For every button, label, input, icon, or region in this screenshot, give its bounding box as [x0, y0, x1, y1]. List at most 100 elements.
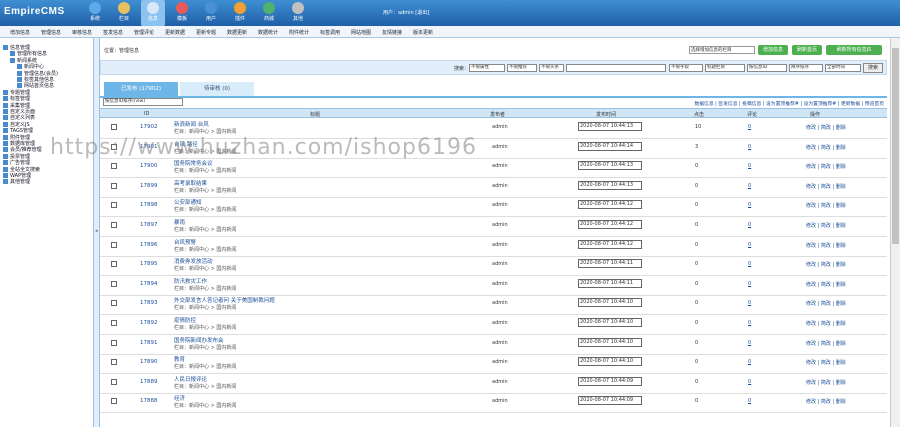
- menu-item[interactable]: 数据更新: [227, 29, 247, 36]
- row-date-input[interactable]: 2020-08-07 10:44:13: [578, 122, 642, 131]
- row-comments[interactable]: 0: [748, 379, 751, 385]
- row-comments[interactable]: 0: [748, 300, 751, 306]
- recommend-select[interactable]: 不限推荐: [507, 64, 537, 72]
- user-info[interactable]: 用户：admin [退出]: [383, 9, 429, 16]
- row-date-input[interactable]: 2020-08-07 10:44:10: [578, 337, 642, 347]
- row-ops[interactable]: 修改 | 简改 | 删除: [806, 183, 846, 190]
- row-title[interactable]: 外交部发言人答记者问 关于美国制裁问题: [174, 296, 275, 304]
- column-select[interactable]: 标题栏目: [705, 64, 745, 72]
- row-ops[interactable]: 修改 | 简改 | 删除: [806, 320, 846, 327]
- menu-item[interactable]: 审核信息: [72, 29, 92, 36]
- row-id[interactable]: 17890: [140, 359, 158, 365]
- row-id[interactable]: 17896: [140, 242, 158, 248]
- row-date-input[interactable]: 2020-08-07 10:44:09: [578, 376, 642, 386]
- search-button[interactable]: 搜索: [863, 63, 883, 73]
- refresh-all-js-button[interactable]: 刷新所有信息JS: [826, 45, 882, 55]
- row-comments[interactable]: 0: [748, 144, 751, 150]
- search-input[interactable]: [566, 64, 666, 72]
- row-ops[interactable]: 修改 | 简改 | 删除: [806, 242, 846, 249]
- row-comments[interactable]: 0: [748, 359, 751, 365]
- row-date-input[interactable]: 2020-08-07 10:44:11: [578, 278, 642, 288]
- row-ops[interactable]: 修改 | 简改 | 删除: [806, 222, 846, 229]
- row-checkbox[interactable]: [111, 300, 117, 307]
- row-title[interactable]: 公安部通知: [174, 198, 202, 206]
- row-ops[interactable]: 修改 | 简改 | 删除: [806, 124, 846, 131]
- order-select[interactable]: 降序排序: [789, 64, 823, 72]
- row-title[interactable]: 暴雨: [174, 218, 185, 226]
- field-select[interactable]: 不限字段: [669, 64, 703, 72]
- headline-select[interactable]: 不限头条: [539, 64, 564, 72]
- row-comments[interactable]: 0: [748, 202, 751, 208]
- collapse-arrow-icon[interactable]: ◂: [95, 228, 98, 234]
- time-select[interactable]: 全部时间: [825, 64, 861, 72]
- row-title[interactable]: 防汛救灾工作: [174, 277, 207, 285]
- row-comments[interactable]: 0: [748, 222, 751, 228]
- row-comments[interactable]: 0: [748, 124, 751, 130]
- row-checkbox[interactable]: [111, 202, 117, 209]
- row-id[interactable]: 17892: [140, 320, 158, 326]
- menu-item[interactable]: 管理评论: [134, 29, 154, 36]
- row-ops[interactable]: 修改 | 简改 | 删除: [806, 379, 846, 386]
- add-info-button[interactable]: 增加信息: [758, 45, 788, 55]
- row-ops[interactable]: 修改 | 简改 | 删除: [806, 163, 846, 170]
- row-title[interactable]: 经济: [174, 394, 185, 402]
- row-ops[interactable]: 修改 | 简改 | 删除: [806, 359, 846, 366]
- row-id[interactable]: 17893: [140, 300, 158, 306]
- row-comments[interactable]: 0: [748, 242, 751, 248]
- row-date-input[interactable]: 2020-08-07 10:44:14: [578, 141, 642, 151]
- row-comments[interactable]: 0: [748, 281, 751, 287]
- row-checkbox[interactable]: [111, 124, 117, 130]
- menu-item[interactable]: 版本更新: [413, 29, 433, 36]
- row-checkbox[interactable]: [111, 398, 117, 405]
- row-ops[interactable]: 修改 | 简改 | 删除: [806, 398, 846, 405]
- nav-plugin[interactable]: 插件: [228, 0, 252, 26]
- menu-item[interactable]: 标签调用: [320, 29, 340, 36]
- nav-shop[interactable]: 商城: [257, 0, 281, 26]
- row-date-input[interactable]: 2020-08-07 10:44:12: [578, 220, 642, 229]
- row-date-input[interactable]: 2020-08-07 10:44:10: [578, 298, 642, 308]
- tab-pending[interactable]: 待审核 (0): [180, 82, 254, 96]
- attr-select[interactable]: 不限属性: [469, 64, 505, 72]
- menu-item[interactable]: 更新专题: [196, 29, 216, 36]
- header-date[interactable]: 发布时间: [596, 111, 616, 118]
- row-comments[interactable]: 0: [748, 163, 751, 169]
- row-id[interactable]: 17891: [140, 340, 158, 346]
- row-date-input[interactable]: 2020-08-07 10:44:11: [578, 259, 642, 269]
- tab-published[interactable]: 已发布 (17902): [104, 82, 178, 96]
- row-date-input[interactable]: 2020-08-07 10:44:10: [578, 357, 642, 367]
- menu-item[interactable]: 网站地图: [351, 29, 371, 36]
- row-id[interactable]: 17897: [140, 222, 158, 228]
- row-id[interactable]: 17888: [140, 398, 158, 404]
- row-title[interactable]: 台风预警: [174, 238, 196, 246]
- nav-template[interactable]: 模板: [170, 0, 194, 26]
- menu-item[interactable]: 数据统计: [258, 29, 278, 36]
- row-comments[interactable]: 0: [748, 183, 751, 189]
- row-ops[interactable]: 修改 | 简改 | 删除: [806, 281, 846, 288]
- header-clicks[interactable]: 点击: [694, 111, 704, 118]
- sidebar-item[interactable]: 其他管理: [3, 178, 30, 185]
- row-title[interactable]: 高考录取结果: [174, 179, 207, 187]
- menu-item[interactable]: 签发信息: [103, 29, 123, 36]
- row-date-input[interactable]: 2020-08-07 10:44:12: [578, 200, 642, 210]
- row-ops[interactable]: 修改 | 简改 | 删除: [806, 300, 846, 307]
- row-id[interactable]: 17899: [140, 183, 158, 189]
- nav-user[interactable]: 用户: [199, 0, 223, 26]
- row-ops[interactable]: 修改 | 简改 | 删除: [806, 340, 846, 347]
- action-links[interactable]: 数据信息 | 签发信息 | 投稿信息 | 设为置顶推荐# | 设为置顶推荐# |…: [694, 100, 884, 107]
- row-date-input[interactable]: 2020-08-07 10:44:10: [578, 318, 642, 327]
- nav-gear[interactable]: 其他: [286, 0, 310, 26]
- row-checkbox[interactable]: [111, 320, 117, 326]
- row-comments[interactable]: 0: [748, 320, 751, 326]
- menu-item[interactable]: 管理信息: [41, 29, 61, 36]
- row-title[interactable]: 人民日报评论: [174, 375, 207, 383]
- menu-item[interactable]: 附件统计: [289, 29, 309, 36]
- scrollbar-thumb[interactable]: [892, 48, 899, 244]
- row-checkbox[interactable]: [111, 378, 117, 385]
- row-title[interactable]: 疫情防控: [174, 316, 196, 324]
- channel-select[interactable]: 选择增加信息的栏目: [689, 46, 755, 54]
- row-title[interactable]: 消费券发放活动: [174, 257, 213, 265]
- row-id[interactable]: 17898: [140, 202, 158, 208]
- row-title[interactable]: 教育: [174, 355, 185, 363]
- row-date-input[interactable]: 2020-08-07 10:44:12: [578, 239, 642, 249]
- row-checkbox[interactable]: [111, 222, 117, 228]
